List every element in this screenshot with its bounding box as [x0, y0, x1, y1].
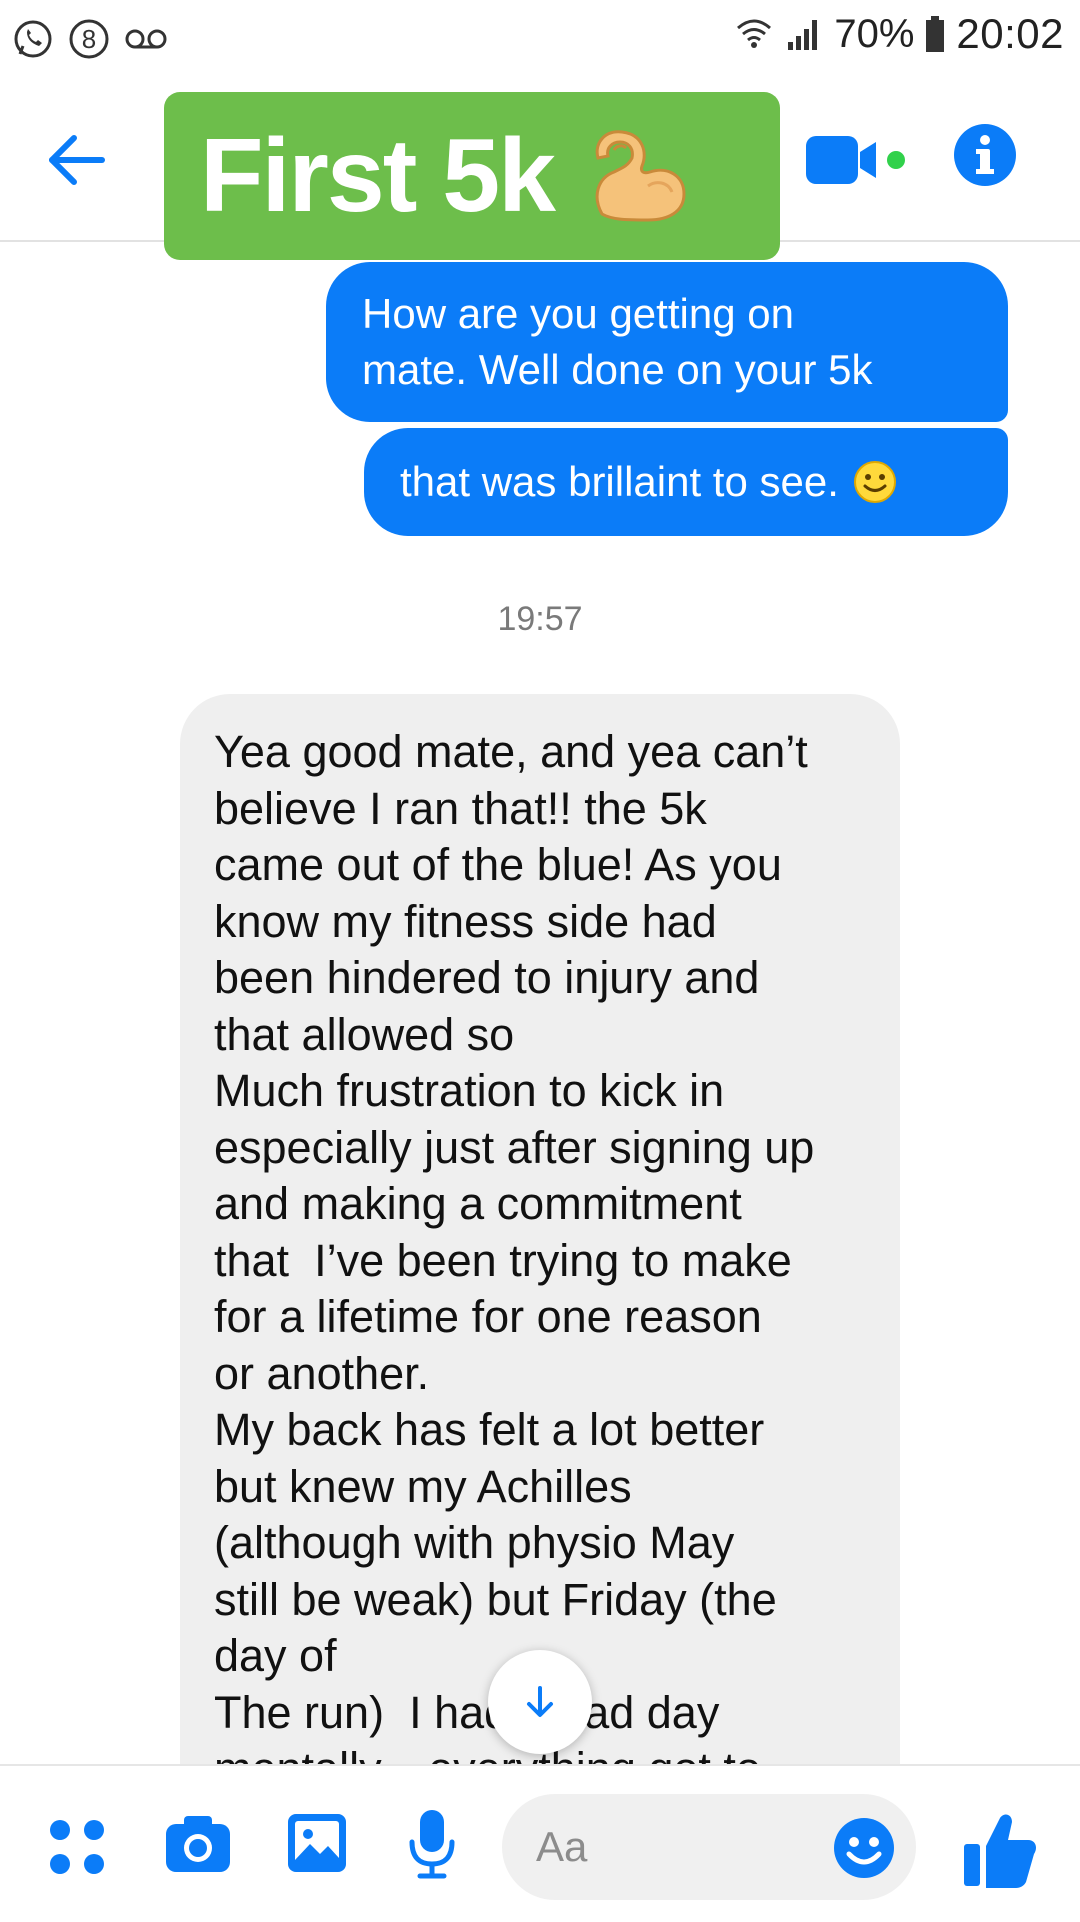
message-line: (although with physio May [214, 1517, 735, 1568]
wifi-icon [734, 14, 774, 54]
message-line: My back has felt a lot better [214, 1404, 765, 1455]
message-line: still be weak) but Friday (the [214, 1573, 777, 1625]
status-bar: 8 70% 20:02 [0, 0, 1080, 76]
message-timestamp: 19:57 [497, 600, 583, 638]
smiley-icon [853, 461, 896, 503]
message-input[interactable]: Aa [502, 1794, 916, 1900]
message-line: been hindered to injury and [214, 952, 760, 1003]
emoji-icon [834, 1818, 894, 1878]
online-status-dot [887, 151, 905, 169]
back-arrow-icon [49, 135, 105, 185]
camera-icon [166, 1816, 230, 1872]
message-line: that I’ve been trying to make [214, 1234, 792, 1286]
conversation-header: First 5k [0, 76, 1080, 260]
message-line: but knew my Achilles [214, 1460, 632, 1512]
battery-icon [924, 14, 946, 54]
message-line: and making a commitment [214, 1178, 742, 1229]
video-call-button[interactable] [804, 130, 916, 190]
conversation-title-text: First 5k [200, 117, 556, 234]
battery-percentage: 70% [834, 11, 915, 56]
message-text: that was brillaint to see. [400, 458, 839, 505]
like-icon [964, 1814, 1036, 1888]
back-button[interactable] [40, 124, 112, 196]
whatsapp-icon [12, 18, 54, 60]
microphone-icon [409, 1810, 455, 1879]
message-line: mate. Well done on your 5k [362, 346, 873, 393]
clock: 20:02 [956, 10, 1064, 57]
message-line: How are you getting on [362, 290, 794, 337]
outgoing-message[interactable]: that was brillaint to see. [364, 428, 1008, 536]
message-line: know my fitness side had [214, 895, 717, 947]
message-line: Much frustration to kick in [214, 1065, 725, 1116]
voicemail-icon [124, 24, 168, 54]
signal-icon [784, 14, 824, 54]
more-options-icon [50, 1820, 104, 1874]
message-line: came out of the blue! As you [214, 839, 782, 890]
message-line: or another. [214, 1347, 430, 1399]
message-line: believe I ran that!! the 5k [214, 782, 707, 834]
more-options-button[interactable] [48, 1818, 106, 1881]
message-line: for a lifetime for one reason [214, 1291, 762, 1342]
info-icon [954, 124, 1016, 186]
message-line: especially just after signing up [214, 1121, 815, 1173]
camera-button[interactable] [164, 1814, 232, 1879]
like-button[interactable] [960, 1810, 1040, 1890]
message-composer: Aa [0, 1764, 1080, 1922]
flexed-biceps-icon [595, 130, 686, 222]
voice-message-button[interactable] [408, 1808, 456, 1885]
arrow-down-icon [527, 1686, 553, 1717]
message-input-placeholder: Aa [536, 1823, 588, 1870]
scroll-to-bottom-button[interactable] [488, 1650, 592, 1754]
gallery-button[interactable] [286, 1812, 348, 1879]
conversation-title[interactable]: First 5k [164, 92, 780, 260]
conversation-info-button[interactable] [952, 122, 1018, 188]
notification-count-icon: 8 [68, 18, 110, 60]
message-line: Yea good mate, and yea can’t [214, 726, 808, 777]
outgoing-message[interactable]: How are you getting on mate. Well done o… [326, 262, 1008, 422]
video-call-icon [806, 136, 905, 184]
incoming-message[interactable]: Yea good mate, and yea can’t believe I r… [180, 694, 900, 1764]
notification-count: 8 [81, 24, 97, 54]
gallery-icon [288, 1814, 346, 1872]
emoji-button[interactable] [832, 1816, 896, 1880]
message-line: that allowed so [214, 1008, 515, 1060]
